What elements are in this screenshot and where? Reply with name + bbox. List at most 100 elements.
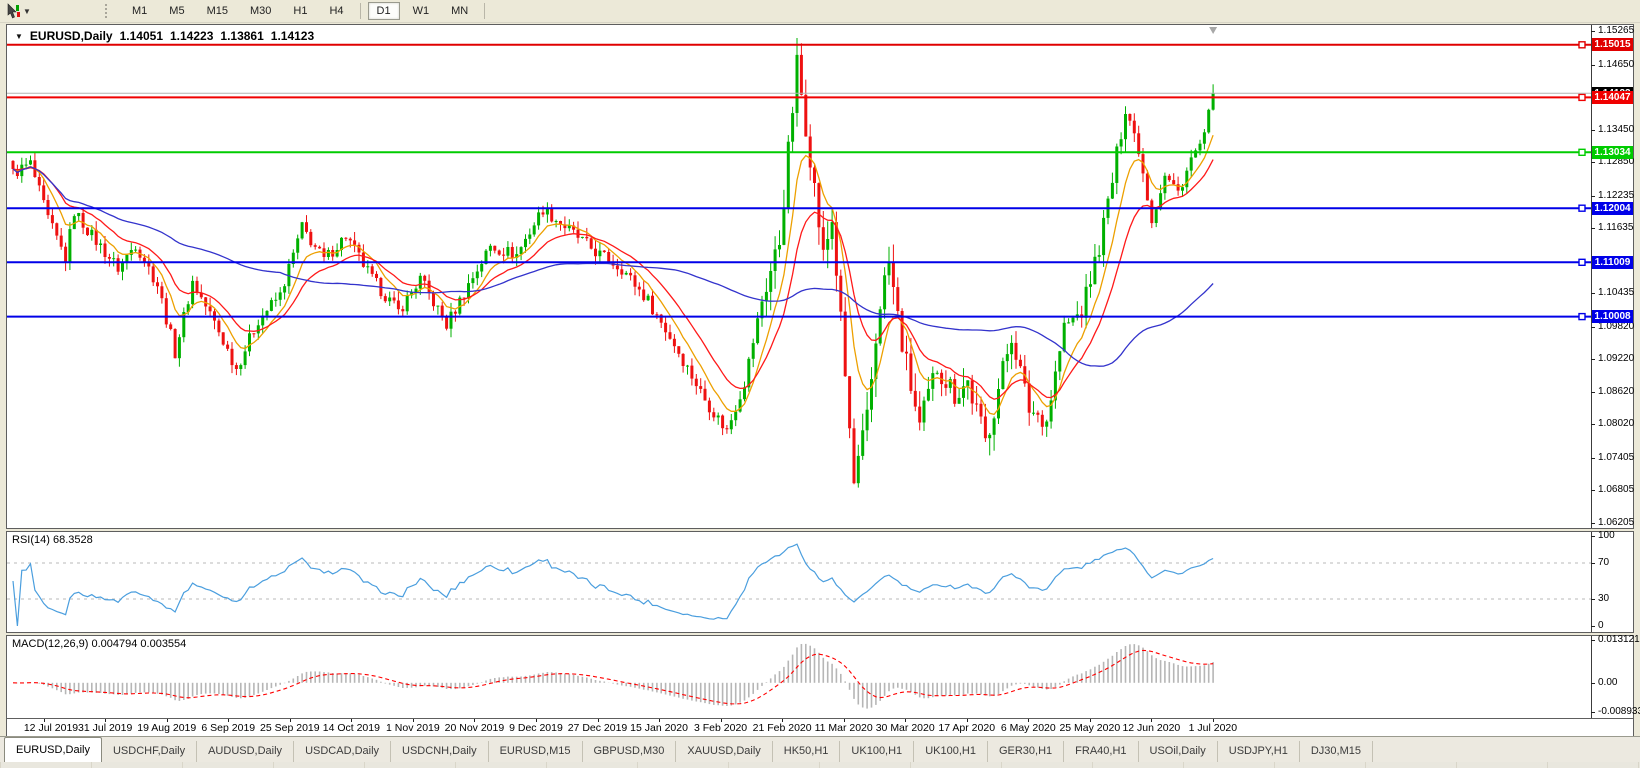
rsi-axis[interactable]: 100 70 30 0 [1591, 530, 1633, 632]
price-tick-label: 1.15265 [1598, 25, 1635, 37]
macd-canvas[interactable] [7, 636, 1591, 716]
rsi-tick-label: 0 [1598, 620, 1604, 631]
chart-tab-eurusd-daily[interactable]: EURUSD,Daily [4, 737, 102, 762]
timeframe-button-mn[interactable]: MN [442, 2, 477, 20]
price-pane[interactable]: 1.15265 1.14650 1.13450 1.12850 1.12235 1.116… [6, 24, 1634, 529]
price-tick-label: 1.07405 [1598, 451, 1635, 463]
price-tick-label: 1.14650 [1598, 58, 1635, 70]
toolbar-separator [484, 3, 486, 19]
chart-cursor-icon[interactable] [4, 3, 22, 19]
price-tick [1591, 129, 1595, 131]
price-tick-label: 1.06805 [1598, 484, 1635, 496]
price-tick [1591, 457, 1595, 459]
date-axis[interactable]: 12 Jul 2019 31 Jul 2019 19 Aug 2019 6 Sep 2… [6, 719, 1634, 737]
chart-tab-bar: EURUSD,Daily USDCHF,Daily AUDUSD,Daily USDC… [0, 736, 1640, 762]
chart-title-symbol: EURUSD,Daily [29, 29, 113, 43]
price-tick [1591, 228, 1595, 230]
price-tick [1591, 195, 1595, 197]
macd-tick-label: 0.00 [1598, 676, 1618, 688]
price-chart-canvas[interactable] [7, 25, 1591, 526]
timeframe-toolbar: ▼ M1 M5 M15 M30 H1 H4 D1 W1 MN [0, 0, 1640, 23]
macd-axis[interactable]: 0.013121 0.00 -0.008933 [1591, 634, 1640, 718]
chart-tab-uk100-h1[interactable]: UK100,H1 [840, 741, 915, 762]
date-label: 1 Jul 2020 [1188, 722, 1238, 734]
macd-tick [1591, 712, 1595, 713]
chart-tab-dj30-m15[interactable]: DJ30,M15 [1300, 741, 1373, 762]
hline-price-badge: 1.15015 [1592, 38, 1633, 52]
chart-tab-ger30-h1[interactable]: GER30,H1 [988, 741, 1065, 762]
price-tick-label: 1.10435 [1598, 287, 1635, 299]
price-tick [1591, 162, 1595, 164]
timeframe-button-w1[interactable]: W1 [404, 2, 439, 20]
ohlc-low: 1.13861 [220, 29, 264, 43]
macd-pane[interactable]: 0.013121 0.00 -0.008933 MACD(12,26,9) 0.00… [6, 634, 1640, 719]
price-tick [1591, 490, 1595, 492]
timeframe-buttons: M1 M5 M15 M30 H1 H4 D1 W1 MN [121, 0, 490, 22]
timeframe-button-m5[interactable]: M5 [160, 2, 193, 20]
toolbar-grip[interactable] [105, 4, 111, 18]
macd-tick-label: -0.008933 [1598, 706, 1640, 717]
price-tick [1591, 31, 1595, 33]
price-axis[interactable]: 1.15265 1.14650 1.13450 1.12850 1.12235 1.116… [1591, 25, 1635, 528]
timeframe-button-d1[interactable]: D1 [367, 2, 400, 20]
rsi-pane[interactable]: 100 70 30 0 RSI(14) 68.3528 [6, 530, 1634, 633]
chart-tab-audusd-daily[interactable]: AUDUSD,Daily [197, 741, 295, 762]
rsi-tick [1591, 599, 1595, 600]
chart-tab-usoil-daily[interactable]: USOil,Daily [1139, 741, 1218, 762]
chart-tab-fra40-h1[interactable]: FRA40,H1 [1064, 741, 1139, 762]
price-tick [1591, 424, 1595, 426]
hline-price-badge: 1.11009 [1592, 255, 1633, 269]
macd-label: MACD(12,26,9) 0.004794 0.003554 [12, 638, 187, 650]
chart-tab-usdjpy-h1[interactable]: USDJPY,H1 [1218, 741, 1300, 762]
hline-price-badge: 1.14047 [1592, 90, 1633, 104]
price-tick-label: 1.09220 [1598, 353, 1635, 365]
hline-price-badge: 1.12004 [1592, 201, 1633, 215]
timeframe-button-h4[interactable]: H4 [320, 2, 352, 20]
collapse-triangle-icon[interactable]: ▼ [15, 32, 23, 41]
price-tick-label: 1.12235 [1598, 189, 1635, 201]
timeframe-button-m15[interactable]: M15 [198, 2, 237, 20]
hline-price-badge: 1.10008 [1592, 310, 1633, 324]
chart-title: ▼ EURUSD,Daily 1.14051 1.14223 1.13861 1… [15, 29, 321, 43]
rsi-tick [1591, 536, 1595, 537]
price-tick [1591, 391, 1595, 393]
chart-tab-hk50-h1[interactable]: HK50,H1 [773, 741, 841, 762]
chart-tab-usdcnh-daily[interactable]: USDCNH,Daily [391, 741, 489, 762]
price-tick-label: 1.08020 [1598, 418, 1635, 430]
rsi-tick-label: 100 [1598, 530, 1615, 541]
price-tick-label: 1.11635 [1598, 222, 1634, 234]
price-tick [1591, 293, 1595, 295]
price-tick [1591, 326, 1595, 328]
ohlc-high: 1.14223 [170, 29, 214, 43]
chart-tab-usdcad-daily[interactable]: USDCAD,Daily [294, 741, 392, 762]
price-tick-label: 1.13450 [1598, 123, 1635, 135]
price-tick [1591, 523, 1595, 524]
macd-tick-label: 0.013121 [1598, 634, 1640, 645]
timeframe-button-m30[interactable]: M30 [241, 2, 280, 20]
chart-tools-dropdown-icon[interactable]: ▼ [23, 7, 33, 16]
price-tick-label: 1.08620 [1598, 385, 1635, 397]
timeframe-button-m1[interactable]: M1 [123, 2, 156, 20]
rsi-tick-label: 70 [1598, 557, 1610, 568]
rsi-tick [1591, 626, 1595, 627]
chart-tab-gbpusd-m30[interactable]: GBPUSD,M30 [583, 741, 677, 762]
macd-tick [1591, 640, 1595, 641]
hline-price-badge: 1.13034 [1592, 145, 1633, 159]
mt4-window: ▼ M1 M5 M15 M30 H1 H4 D1 W1 MN 1.15265 1.14650 1.1… [0, 0, 1640, 768]
timeframe-button-h1[interactable]: H1 [284, 2, 316, 20]
chart-tab-uk100-h1[interactable]: UK100,H1 [914, 741, 988, 762]
ohlc-close: 1.14123 [270, 29, 315, 43]
rsi-label: RSI(14) 68.3528 [12, 534, 93, 546]
macd-tick [1591, 682, 1595, 684]
chart-window: 1.15265 1.14650 1.13450 1.12850 1.12235 1.116… [6, 24, 1640, 737]
chart-tab-usdchf-daily[interactable]: USDCHF,Daily [102, 741, 198, 762]
toolbar-separator [359, 3, 361, 19]
rsi-tick-label: 30 [1598, 593, 1610, 604]
chart-tab-eurusd-m15[interactable]: EURUSD,M15 [489, 741, 583, 762]
rsi-tick [1591, 563, 1595, 564]
price-tick [1591, 359, 1595, 361]
tabbar-scroll-strip[interactable] [0, 762, 1640, 768]
chart-tab-xauusd-daily[interactable]: XAUUSD,Daily [676, 741, 773, 762]
rsi-canvas[interactable] [7, 532, 1591, 630]
ohlc-open: 1.14051 [119, 29, 163, 43]
